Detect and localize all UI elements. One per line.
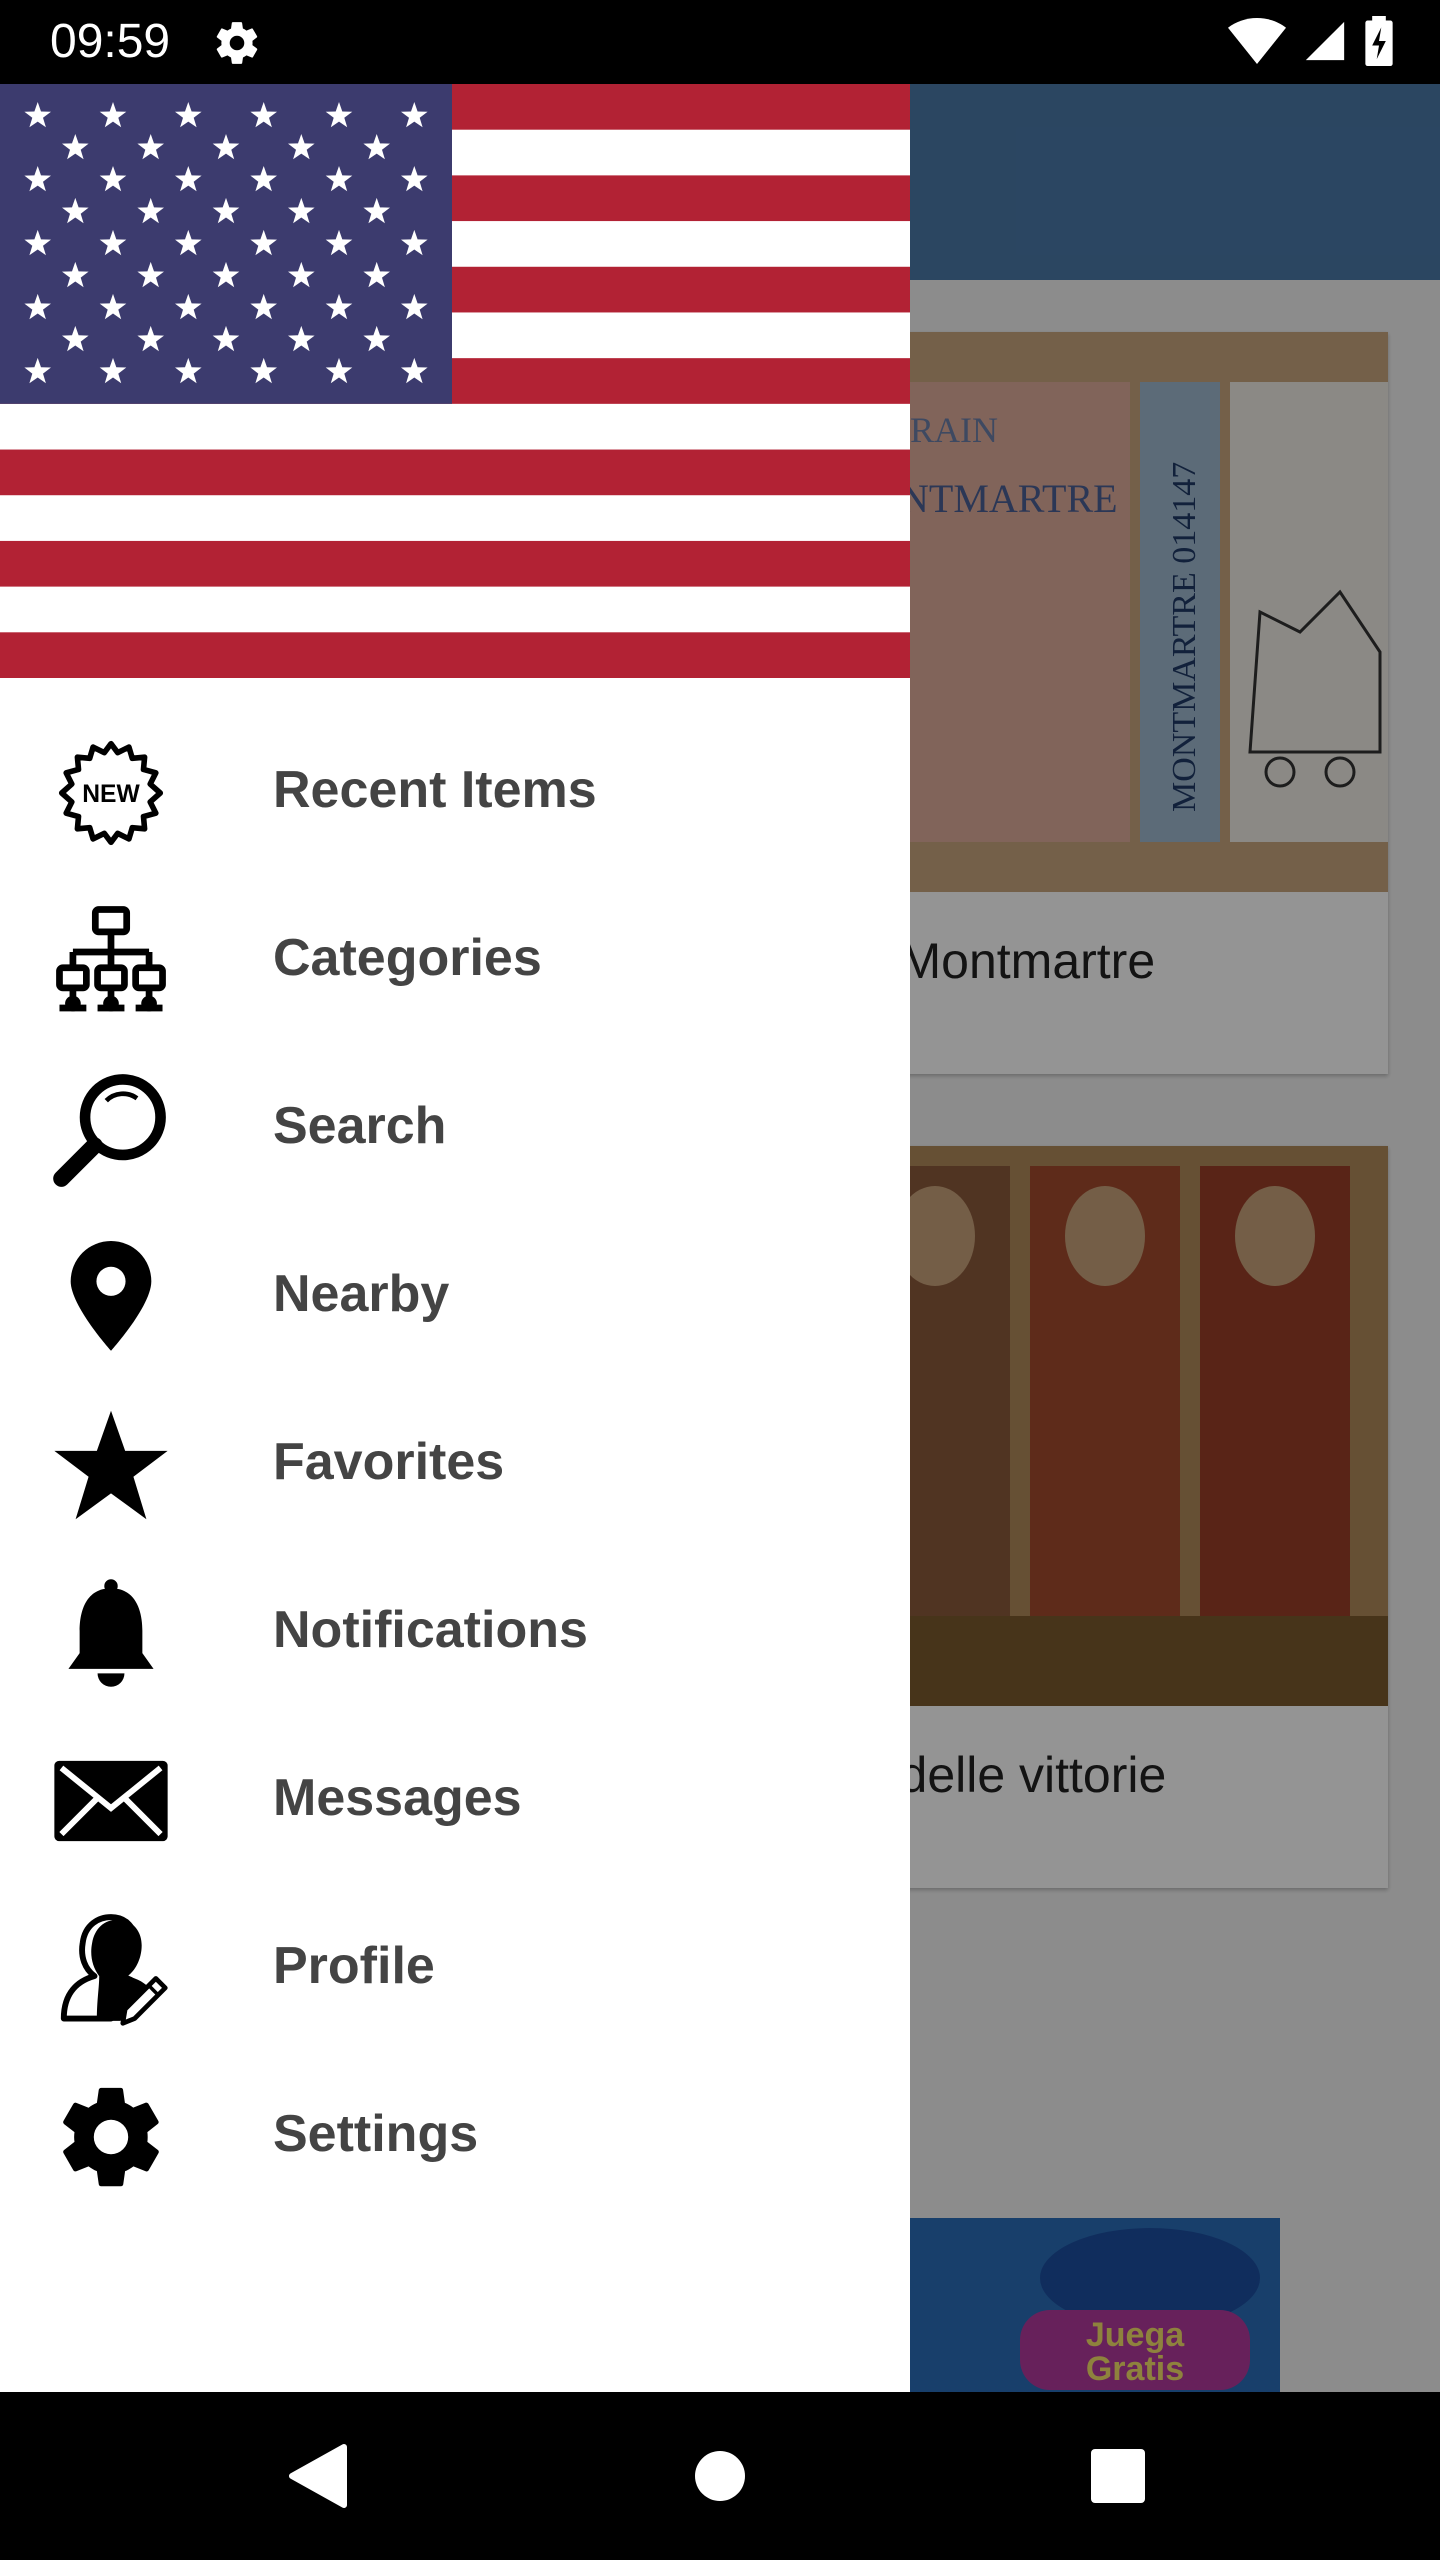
flag-canton bbox=[0, 84, 452, 404]
status-bar: 09:59 bbox=[0, 0, 1440, 84]
menu-item-settings[interactable]: Settings bbox=[0, 2050, 910, 2218]
hierarchy-icon bbox=[52, 902, 170, 1020]
new-badge-text: NEW bbox=[82, 781, 140, 808]
flag-stripe bbox=[0, 632, 910, 679]
menu-item-notifications[interactable]: Notifications bbox=[0, 1546, 910, 1714]
menu-item-favorites[interactable]: Favorites bbox=[0, 1378, 910, 1546]
flag-stripe bbox=[0, 540, 910, 588]
menu-item-label: Recent Items bbox=[273, 761, 597, 819]
menu-item-label: Messages bbox=[273, 1769, 522, 1827]
home-icon[interactable] bbox=[680, 2436, 760, 2516]
menu-item-label: Nearby bbox=[273, 1265, 450, 1323]
menu-item-nearby[interactable]: Nearby bbox=[0, 1210, 910, 1378]
star-icon bbox=[52, 1406, 170, 1524]
drawer-menu: NEW Recent Items Categories Search Nearb… bbox=[0, 706, 910, 2218]
menu-item-profile[interactable]: Profile bbox=[0, 1882, 910, 2050]
signal-icon bbox=[1302, 18, 1348, 69]
flag-stripe bbox=[0, 449, 910, 496]
menu-item-label: Categories bbox=[273, 929, 542, 987]
menu-item-label: Profile bbox=[273, 1937, 435, 1995]
system-nav-bar bbox=[0, 2392, 1440, 2560]
menu-item-categories[interactable]: Categories bbox=[0, 874, 910, 1042]
menu-item-label: Settings bbox=[273, 2105, 479, 2163]
new-badge-icon: NEW bbox=[52, 734, 170, 852]
recents-icon[interactable] bbox=[1078, 2436, 1158, 2516]
flag-stripe bbox=[0, 495, 910, 542]
status-time: 09:59 bbox=[50, 15, 171, 68]
status-icons bbox=[1228, 15, 1394, 71]
battery-icon bbox=[1364, 15, 1394, 71]
gear-icon bbox=[52, 2078, 170, 2196]
profile-edit-icon bbox=[52, 1910, 170, 2028]
wifi-icon bbox=[1228, 17, 1286, 69]
navigation-drawer: NEW Recent Items Categories Search Nearb… bbox=[0, 84, 910, 2392]
menu-item-label: Search bbox=[273, 1097, 447, 1155]
menu-item-recent-items[interactable]: NEW Recent Items bbox=[0, 706, 910, 874]
search-icon bbox=[52, 1070, 170, 1188]
flag-stripe bbox=[0, 403, 910, 451]
back-icon[interactable] bbox=[278, 2436, 358, 2516]
menu-item-label: Notifications bbox=[273, 1601, 588, 1659]
settings-icon bbox=[212, 18, 262, 68]
location-pin-icon bbox=[52, 1238, 170, 1356]
flag-stripe bbox=[0, 586, 910, 633]
menu-item-messages[interactable]: Messages bbox=[0, 1714, 910, 1882]
us-flag-header bbox=[0, 84, 910, 679]
envelope-icon bbox=[52, 1742, 170, 1860]
menu-item-label: Favorites bbox=[273, 1433, 505, 1491]
bell-icon bbox=[52, 1574, 170, 1692]
menu-item-search[interactable]: Search bbox=[0, 1042, 910, 1210]
